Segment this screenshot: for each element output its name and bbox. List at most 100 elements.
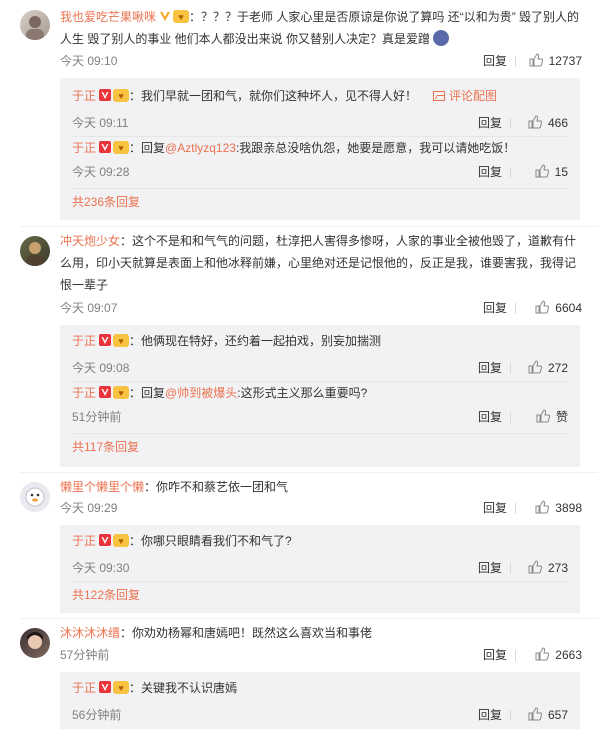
reply-prefix: 回复 (141, 386, 166, 400)
like-button[interactable]: 272 (528, 358, 568, 378)
divider (510, 167, 511, 178)
reply-button[interactable]: 回复 (483, 498, 507, 518)
username-link[interactable]: 于正 (72, 141, 96, 155)
like-button[interactable]: 6604 (535, 298, 582, 318)
reply-button[interactable]: 回复 (483, 645, 507, 665)
username-link[interactable]: 于正 (72, 534, 96, 548)
reply-meta: 今天 09:08 回复 272 (72, 358, 568, 378)
thumbs-up-icon (535, 164, 549, 178)
timestamp: 今天 09:10 (60, 54, 118, 68)
reply-meta: 今天 09:28 回复 15 (72, 162, 568, 182)
avatar[interactable] (20, 236, 50, 266)
thumbs-up-icon (535, 300, 550, 314)
timestamp: 今天 09:29 (60, 501, 118, 515)
timestamp: 今天 09:07 (60, 301, 118, 315)
thumbs-up-icon (528, 560, 542, 574)
comment-text: 沐沐沐沐缙：你劝劝杨幂和唐嫣吧！既然这么喜欢当和事佬 (60, 626, 373, 640)
reply-button[interactable]: 回复 (483, 298, 507, 318)
reply-item: 于正 ♥ ：我们早就一团和气，就你们这种坏人，见不得人好！ 评论配图 今天 09:11… (72, 86, 568, 132)
comment-body-line: 人生 毁了别人的事业 他们本人都没出来说 你又替别人决定？真是爱蹭 (60, 32, 431, 46)
reply-list: 于正 ♥ ：关键我不认识唐嫣 56分钟前 回复 657 (60, 672, 580, 729)
more-replies-link[interactable]: 共117条回复 (72, 437, 139, 457)
avatar[interactable] (20, 482, 50, 512)
mention-link[interactable]: @Aztlyzq123 (165, 141, 236, 155)
reply-button[interactable]: 回复 (478, 162, 502, 182)
like-button[interactable]: 赞 (536, 407, 568, 427)
reply-button[interactable]: 回复 (478, 558, 502, 578)
divider (515, 56, 516, 67)
reply-button[interactable]: 回复 (478, 358, 502, 378)
comment-meta: 今天 09:10 回复 12737 (60, 51, 582, 71)
reply-button[interactable]: 回复 (478, 113, 502, 133)
username-link[interactable]: 我也爱吃芒果啾咪 (60, 10, 156, 24)
reply-item: 于正 ♥ ：回复@帅到被爆头:这形式主义那么重要吗? 51分钟前 回复 赞 (72, 383, 568, 429)
like-count: 657 (547, 708, 568, 722)
username-link[interactable]: 于正 (72, 334, 96, 348)
like-button[interactable]: 2663 (535, 645, 582, 665)
reply-button[interactable]: 回复 (483, 51, 507, 71)
fans-badge-icon: ♥ (113, 334, 130, 347)
reply-meta: 51分钟前 回复 赞 (72, 407, 568, 427)
fans-badge-icon: ♥ (113, 534, 130, 547)
svg-text:♥: ♥ (118, 683, 123, 693)
like-button[interactable]: 273 (528, 558, 568, 578)
like-button[interactable]: 3898 (535, 498, 582, 518)
fans-badge-icon: ♥ (113, 141, 130, 154)
reply-list: 于正 ♥ ：他俩现在特好，还约着一起拍戏，别妄加揣测 今天 09:08 回复 272… (60, 325, 580, 467)
username-link[interactable]: 懒里个懒里个懒 (60, 480, 144, 494)
reply-button[interactable]: 回复 (478, 705, 502, 725)
fans-badge-icon: ♥ (173, 10, 190, 23)
username-link[interactable]: 于正 (72, 386, 96, 400)
reply-button[interactable]: 回复 (478, 407, 502, 427)
reply-item: 于正 ♥ ：你哪只眼睛看我们不和气了? 今天 09:30 回复 273 (72, 531, 568, 577)
comment-picture-link[interactable]: 评论配图 (433, 89, 497, 103)
like-count: 15 (554, 165, 568, 179)
username-link[interactable]: 于正 (72, 681, 96, 695)
mention-link[interactable]: @帅到被爆头 (165, 386, 237, 400)
comment-body-line: 你劝劝杨幂和唐嫣吧！既然这么喜欢当和事佬 (132, 626, 373, 640)
divider (515, 503, 516, 514)
reply-item: 于正 ♥ ：他俩现在特好，还约着一起拍戏，别妄加揣测 今天 09:08 回复 272 (72, 331, 568, 377)
like-button[interactable]: 12737 (529, 51, 582, 71)
reply-body: :这形式主义那么重要吗? (237, 386, 368, 400)
picture-icon (433, 91, 446, 101)
like-button[interactable]: 657 (528, 705, 568, 725)
reply-list: 于正 ♥ ：你哪只眼睛看我们不和气了? 今天 09:30 回复 273 共122条回… (60, 525, 580, 613)
like-button[interactable]: 15 (535, 162, 568, 182)
thumbs-up-icon (528, 707, 542, 721)
svg-text:♥: ♥ (118, 91, 123, 101)
thumbs-up-icon (535, 500, 550, 514)
username-link[interactable]: 冲天炮少女 (60, 234, 120, 248)
like-button[interactable]: 466 (528, 113, 568, 133)
reply-meta: 今天 09:11 回复 466 (72, 113, 568, 133)
comment-meta: 今天 09:29 回复 3898 (60, 498, 582, 518)
divider (20, 226, 598, 227)
avatar-image (25, 487, 45, 507)
verified-v-icon (99, 534, 112, 546)
avatar[interactable] (20, 628, 50, 658)
more-replies-link[interactable]: 共236条回复 (72, 192, 140, 212)
fans-badge-icon: ♥ (113, 89, 130, 102)
divider (510, 412, 511, 423)
comment-text: 懒里个懒里个懒：你咋不和蔡艺依一团和气 (60, 480, 289, 494)
verified-v-icon (99, 89, 112, 101)
reply-prefix: 回复 (141, 141, 166, 155)
verified-v-icon (99, 386, 112, 398)
timestamp: 今天 09:08 (72, 361, 130, 375)
avatar[interactable] (20, 10, 50, 40)
thumbs-up-icon (528, 115, 542, 129)
comment-body-line: 这个不是和和气气的问题，杜淳把人害得多惨呀，人家的事业全被他毁了，道歉有什 (132, 234, 577, 248)
username-link[interactable]: 于正 (72, 89, 96, 103)
like-count: 12737 (548, 54, 582, 68)
divider (72, 136, 568, 137)
picture-link-label: 评论配图 (449, 89, 498, 103)
like-count: 3898 (555, 501, 582, 515)
avatar-image (26, 16, 44, 40)
like-count: 273 (547, 561, 568, 575)
fans-badge-icon: ♥ (113, 681, 130, 694)
username-link[interactable]: 沐沐沐沐缙 (60, 626, 120, 640)
timestamp: 56分钟前 (72, 708, 122, 722)
svg-text:♥: ♥ (118, 388, 123, 398)
svg-text:♥: ♥ (118, 536, 123, 546)
more-replies-link[interactable]: 共122条回复 (72, 585, 140, 605)
